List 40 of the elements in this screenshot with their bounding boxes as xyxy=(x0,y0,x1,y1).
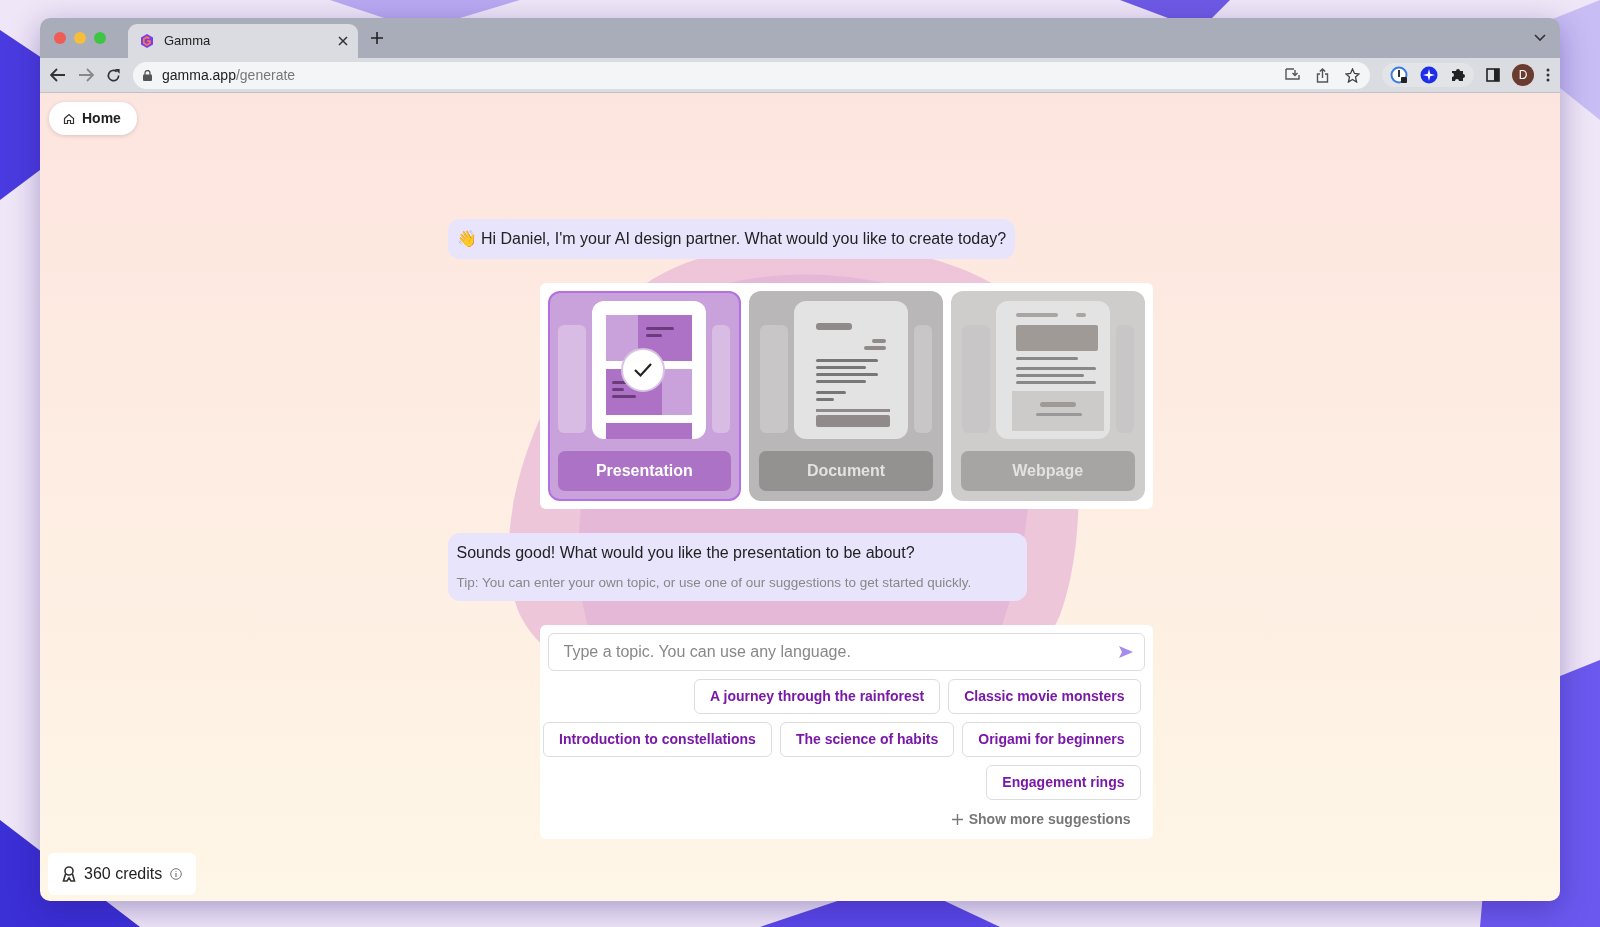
show-more-suggestions-button[interactable]: Show more suggestions xyxy=(945,808,1137,832)
extension-icon[interactable] xyxy=(1420,66,1438,84)
side-panel-icon[interactable] xyxy=(1486,68,1500,82)
install-icon[interactable] xyxy=(1285,68,1300,82)
format-label[interactable]: Presentation xyxy=(557,451,732,491)
home-button[interactable]: Home xyxy=(49,102,137,135)
reload-button[interactable] xyxy=(106,67,121,83)
bookmark-star-icon[interactable] xyxy=(1345,67,1360,83)
send-icon[interactable] xyxy=(1117,645,1134,660)
plus-icon xyxy=(951,814,963,826)
tab-list-chevron-icon[interactable] xyxy=(1534,34,1546,42)
tip-text: Tip: You can enter your own topic, or use one of our suggestions to get started quickly. xyxy=(456,574,973,592)
info-icon[interactable] xyxy=(170,868,183,880)
format-card[interactable]: Presentation xyxy=(547,291,742,501)
lock-icon xyxy=(143,69,152,81)
prompt-question: Sounds good! What would you like the presentation to be about? xyxy=(456,543,916,563)
profile-avatar[interactable]: D xyxy=(1512,64,1534,86)
greeting-message: 👋 Hi Daniel, I'm your AI design partner. What would you like to create today? xyxy=(447,219,1016,259)
topic-input[interactable]: Type a topic. You can use any language. xyxy=(547,633,1145,672)
share-icon[interactable] xyxy=(1316,67,1329,83)
new-tab-button[interactable] xyxy=(370,31,384,45)
more-menu-icon[interactable] xyxy=(1546,68,1550,82)
award-icon xyxy=(62,866,76,882)
home-icon xyxy=(63,112,75,125)
suggestion-chip[interactable]: Introduction to constellations xyxy=(543,722,772,758)
puzzle-piece-icon[interactable] xyxy=(1450,67,1466,83)
forward-button[interactable] xyxy=(78,68,94,82)
suggestion-chip[interactable]: The science of habits xyxy=(779,722,955,758)
browser-tab[interactable]: Gamma xyxy=(128,24,358,58)
back-button[interactable] xyxy=(50,68,66,82)
address-bar[interactable]: gamma.app/generate xyxy=(133,61,1370,89)
suggestion-chip[interactable]: Classic movie monsters xyxy=(948,679,1141,715)
suggestion-chip[interactable]: Origami for beginners xyxy=(962,722,1141,758)
extension-icon[interactable] xyxy=(1390,66,1408,84)
close-tab-icon[interactable] xyxy=(338,36,348,46)
suggestion-chip[interactable]: A journey through the rainforest xyxy=(694,679,941,715)
credits-badge[interactable]: 360 credits xyxy=(48,853,197,895)
suggestion-chip[interactable]: Engagement rings xyxy=(986,765,1141,801)
checkmark-icon xyxy=(619,347,666,393)
tab-favicon-icon xyxy=(140,34,154,48)
